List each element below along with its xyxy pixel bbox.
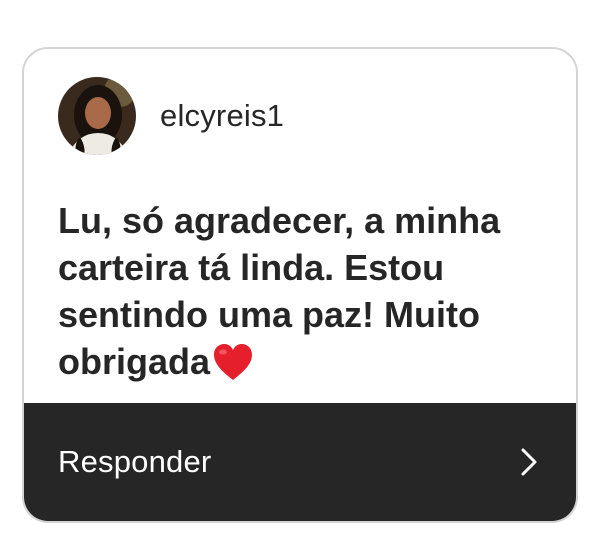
- chevron-right-icon: [520, 447, 538, 477]
- avatar-image: [58, 77, 136, 155]
- avatar[interactable]: [58, 77, 136, 155]
- red-heart-icon: [212, 342, 254, 393]
- comment-text: Lu, só agradecer, a minha carteira tá li…: [58, 200, 501, 382]
- comment-card: elcyreis1 Lu, só agradecer, a minha cart…: [22, 47, 578, 523]
- reply-label: Responder: [58, 444, 212, 479]
- username[interactable]: elcyreis1: [160, 98, 284, 134]
- comment-message: Lu, só agradecer, a minha carteira tá li…: [58, 197, 558, 393]
- comment-header: elcyreis1: [58, 77, 284, 155]
- reply-button[interactable]: Responder: [24, 403, 576, 521]
